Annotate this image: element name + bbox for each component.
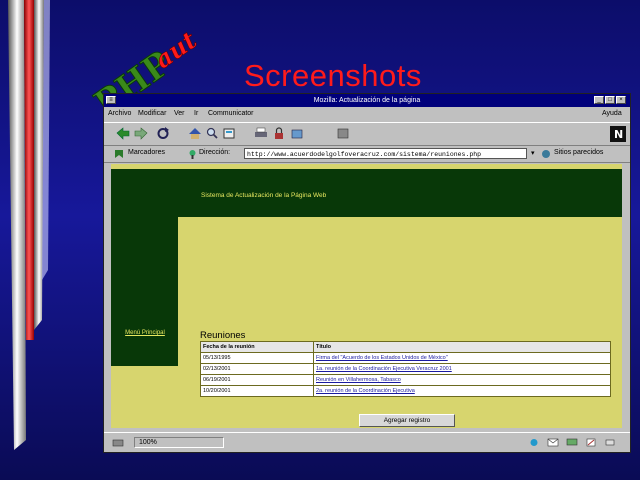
window-title: Mozilla: Actualización de la página [313, 97, 421, 104]
address-input[interactable]: http://www.acuerdodelgolfoveracruz.com/s… [244, 148, 527, 159]
page-header: Sistema de Actualización de la Página We… [111, 169, 622, 217]
page-content: Sistema de Actualización de la Página We… [111, 164, 622, 428]
meeting-date: 10/20/2001 [200, 385, 314, 397]
add-record-button[interactable]: Agregar registro [359, 414, 455, 427]
slide-title: Screenshots [244, 58, 422, 93]
column-header-date: Fecha de la reunión [200, 341, 314, 353]
menu-communicator[interactable]: Communicator [208, 108, 254, 120]
browser-window: Mozilla: Actualización de la página ≡ _ … [103, 93, 631, 453]
related-sites-icon[interactable] [541, 149, 551, 159]
forward-icon[interactable] [134, 127, 148, 140]
netscape-guide-icon[interactable] [222, 127, 236, 140]
table-row: 06/19/2001 Reunión en Villahermosa, Taba… [200, 374, 611, 386]
svg-text:N: N [614, 128, 623, 141]
main-menu-link[interactable]: Menú Principal [125, 330, 165, 337]
menu-archivo[interactable]: Archivo [108, 108, 131, 120]
bookmarks-icon[interactable] [114, 149, 124, 159]
window-titlebar: Mozilla: Actualización de la página ≡ _ … [104, 94, 630, 107]
home-icon[interactable] [188, 127, 202, 140]
meeting-date: 05/13/1995 [200, 352, 314, 364]
location-icon [189, 150, 196, 159]
table-header-row: Fecha de la reunión Título [200, 341, 611, 353]
shop-icon[interactable] [290, 127, 304, 140]
page-sidebar [111, 217, 178, 366]
address-label: Dirección: [199, 149, 231, 156]
meeting-title-link[interactable]: Reunión en Villahermosa, Tabasco [313, 374, 611, 386]
status-bar: 100% [104, 432, 630, 453]
related-sites-button[interactable]: Sitios parecidos [554, 149, 603, 156]
minimize-icon[interactable]: _ [594, 96, 604, 104]
security-icon[interactable] [272, 127, 286, 140]
dropdown-icon[interactable]: ▾ [531, 149, 535, 157]
meeting-date: 06/19/2001 [200, 374, 314, 386]
security-status-icon[interactable] [112, 438, 124, 447]
table-row: 02/13/2001 1a. reunión de la Coordinació… [200, 363, 611, 375]
table-row: 05/13/1995 Firma del "Acuerdo de los Est… [200, 352, 611, 364]
meeting-title-link[interactable]: 1a. reunión de la Coordinación Ejecutiva… [313, 363, 611, 375]
menu-ayuda[interactable]: Ayuda [602, 108, 622, 120]
back-icon[interactable] [116, 127, 130, 140]
meeting-date: 02/13/2001 [200, 363, 314, 375]
menu-modificar[interactable]: Modificar [138, 108, 166, 120]
nav-toolbar: N [104, 122, 630, 146]
close-icon[interactable]: × [616, 96, 626, 104]
zoom-level: 100% [134, 437, 224, 448]
maximize-icon[interactable]: □ [605, 96, 615, 104]
meeting-title-link[interactable]: 2a. reunión de la Coordinación Ejecutiva [313, 385, 611, 397]
menu-ver[interactable]: Ver [174, 108, 185, 120]
section-title: Reuniones [200, 330, 246, 341]
netscape-throbber-icon: N [610, 126, 626, 142]
discussions-icon[interactable] [566, 438, 578, 447]
bookmarks-button[interactable]: Marcadores [128, 149, 165, 156]
print-icon[interactable] [254, 127, 268, 140]
menu-ir[interactable]: Ir [194, 108, 198, 120]
composer-icon[interactable] [585, 438, 597, 447]
reload-icon[interactable] [156, 127, 170, 140]
stop-icon[interactable] [336, 127, 350, 140]
location-bar: Marcadores Dirección: http://www.acuerdo… [104, 146, 630, 163]
meetings-table: Fecha de la reunión Título 05/13/1995 Fi… [200, 341, 611, 397]
offline-icon[interactable] [604, 438, 616, 447]
navigator-icon[interactable] [528, 438, 540, 447]
page-header-title: Sistema de Actualización de la Página We… [201, 192, 327, 199]
window-menu-icon[interactable]: ≡ [106, 96, 116, 104]
table-row: 10/20/2001 2a. reunión de la Coordinació… [200, 385, 611, 397]
meeting-title-link[interactable]: Firma del "Acuerdo de los Estados Unidos… [313, 352, 611, 364]
mail-icon[interactable] [547, 438, 559, 447]
column-header-title: Título [313, 341, 611, 353]
menu-bar: Archivo Modificar Ver Ir Communicator Ay… [104, 108, 630, 120]
search-icon[interactable] [205, 127, 219, 140]
decorative-stripes [8, 0, 50, 450]
